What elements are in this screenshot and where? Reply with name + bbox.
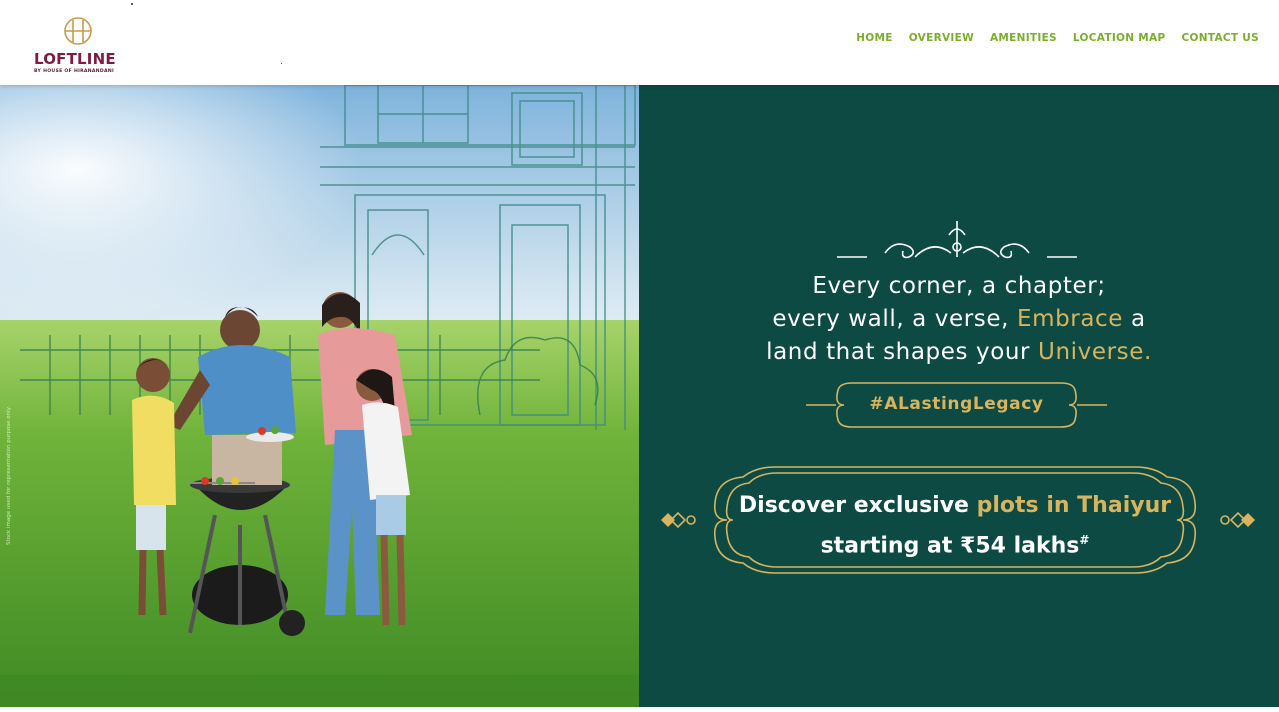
image-disclaimer: Stock image used for representation purp… [6, 407, 12, 545]
brand-tagline: BY HOUSE OF HIRANANDANI [34, 69, 115, 74]
offer-line-2: starting at ₹54 lakhs# [705, 523, 1205, 563]
headline-text: land that shapes your [766, 339, 1039, 365]
hero-message-panel: Every corner, a chapter; every wall, a v… [639, 85, 1279, 707]
hero-banner: Stock image used for representation purp… [0, 85, 1279, 707]
nav-overview[interactable]: OVERVIEW [909, 32, 974, 44]
offer-text: Discover exclusive plots in Thaiyur star… [705, 489, 1205, 563]
ornament-flourish-icon [837, 221, 1077, 259]
hashtag-badge: #ALastingLegacy [804, 380, 1109, 430]
stray-dot [281, 63, 282, 64]
nav-contact-us[interactable]: CONTACT US [1181, 32, 1259, 44]
stray-dot [131, 3, 133, 5]
offer-text-plain: Discover exclusive [738, 493, 977, 518]
left-ornament-icon [661, 511, 696, 529]
headline-highlight: Universe. [1038, 339, 1152, 365]
offer-price: starting at ₹54 lakhs [820, 533, 1080, 559]
headline-line-2: every wall, a verse, Embrace a [679, 303, 1239, 336]
offer-callout: Discover exclusive plots in Thaiyur star… [705, 465, 1205, 575]
hero-family-image: Stock image used for representation purp… [0, 85, 639, 707]
headline-text: every wall, a verse, [772, 306, 1017, 332]
hero-headline: Every corner, a chapter; every wall, a v… [679, 270, 1239, 369]
site-header: LOFTLINE BY HOUSE OF HIRANANDANI HOME OV… [0, 0, 1279, 85]
offer-line-1: Discover exclusive plots in Thaiyur [705, 489, 1205, 523]
hashtag-text: #ALastingLegacy [869, 394, 1044, 414]
headline-line-3: land that shapes your Universe. [679, 336, 1239, 369]
main-nav: HOME OVERVIEW AMENITIES LOCATION MAP CON… [856, 32, 1259, 44]
headline-line-1: Every corner, a chapter; [812, 273, 1106, 299]
nav-amenities[interactable]: AMENITIES [990, 32, 1057, 44]
headline-text: a [1123, 306, 1146, 332]
family-bbq-illustration [0, 85, 639, 707]
headline-highlight: Embrace [1016, 306, 1124, 332]
nav-location-map[interactable]: LOCATION MAP [1073, 32, 1166, 44]
brand-logo[interactable]: LOFTLINE BY HOUSE OF HIRANANDANI [30, 14, 126, 78]
offer-highlight: plots in Thaiyur [976, 493, 1172, 518]
right-ornament-icon [1220, 511, 1255, 529]
offer-footnote-mark: # [1079, 533, 1090, 547]
nav-home[interactable]: HOME [856, 32, 893, 44]
loftline-monogram-icon [64, 17, 92, 45]
brand-name: LOFTLINE [34, 50, 116, 68]
